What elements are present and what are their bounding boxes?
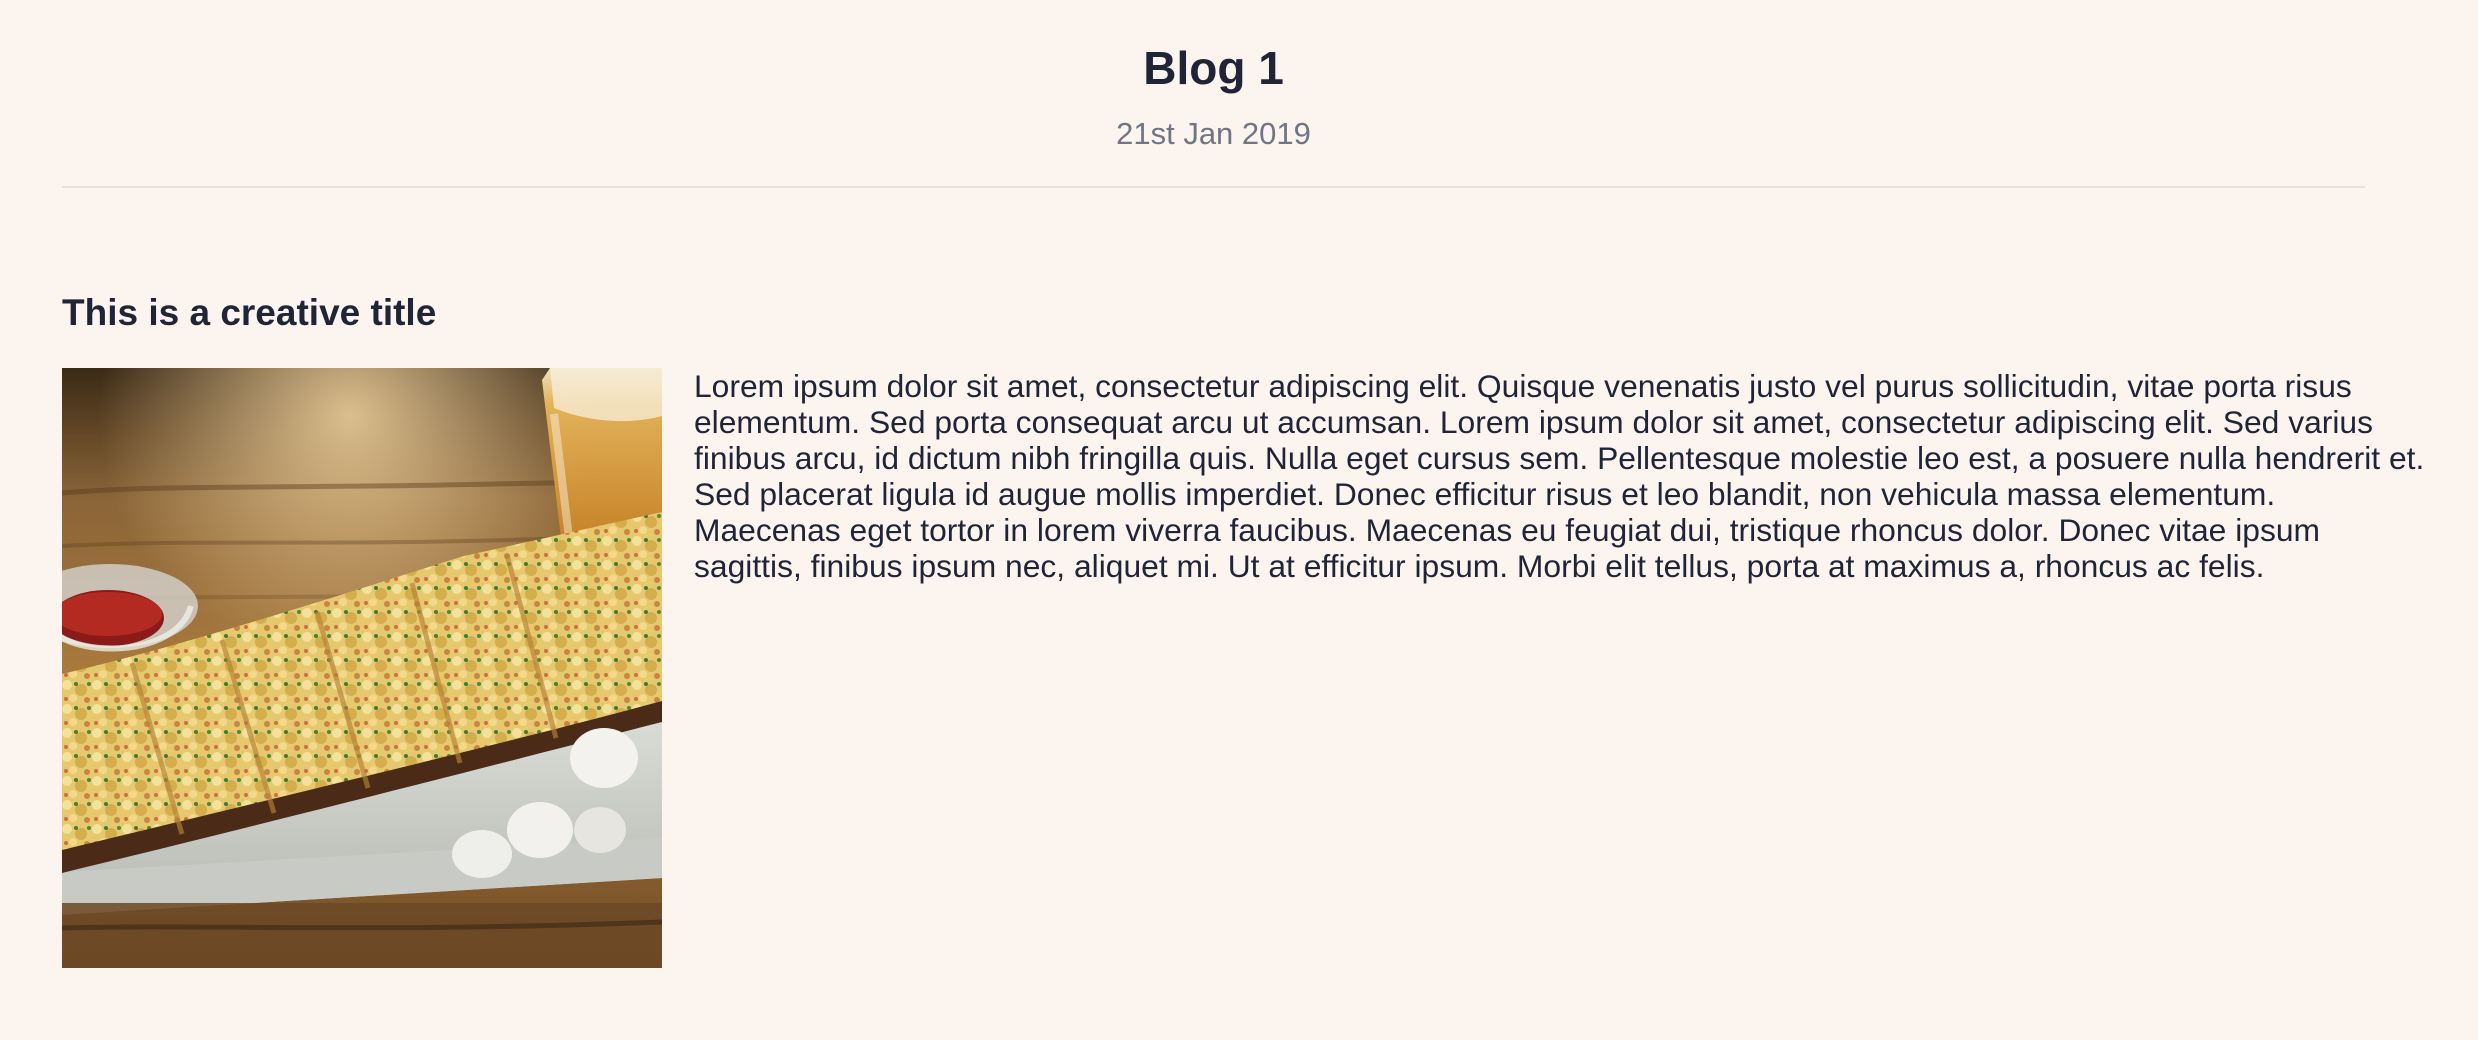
food-photo-image: [62, 368, 662, 968]
post-title: This is a creative title: [62, 292, 437, 333]
blog-header: Blog 1 21st Jan 2019: [62, 0, 2365, 188]
blog-date: 21st Jan 2019: [1116, 116, 1311, 151]
post-body-text: Lorem ipsum dolor sit amet, consectetur …: [694, 368, 2425, 584]
blog-page: Blog 1 21st Jan 2019 This is a creative …: [0, 0, 2478, 1040]
blog-post: This is a creative title Lorem ipsum dol…: [62, 286, 2424, 968]
food-photo-illustration: [62, 368, 662, 968]
blog-title: Blog 1: [1143, 42, 1284, 94]
